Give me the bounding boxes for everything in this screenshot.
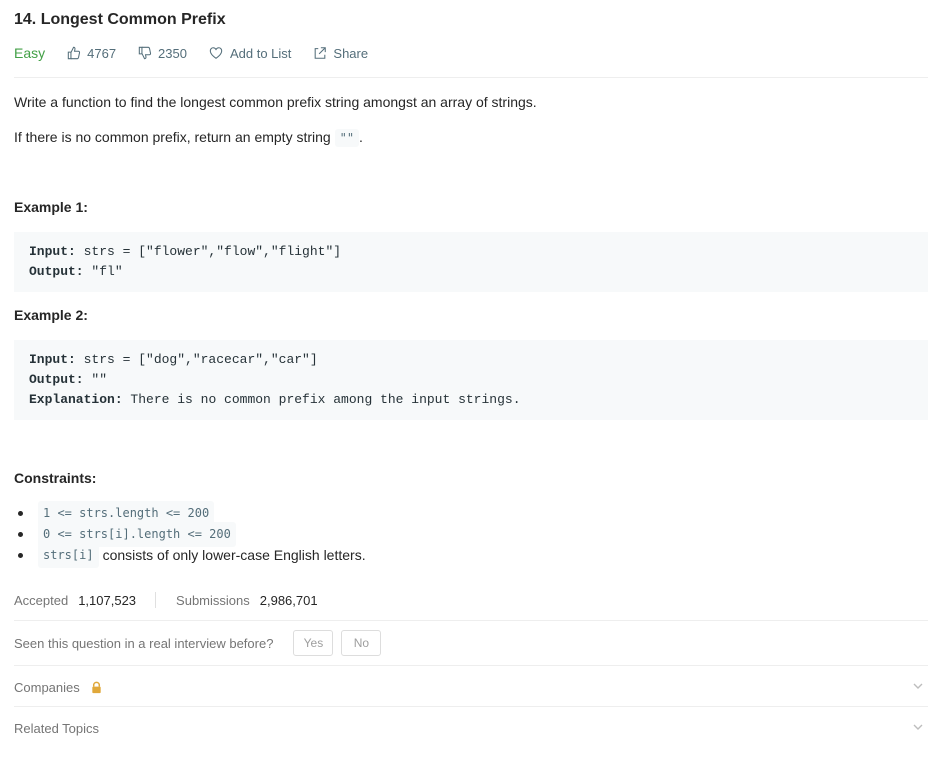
constraint-code: strs[i] [38,543,99,568]
output-label: Output: [29,372,84,387]
explanation-label: Explanation: [29,392,123,407]
example-1-output-line: Output: "fl" [29,262,913,282]
interview-question: Seen this question in a real interview b… [14,635,274,651]
divider [14,77,928,78]
share-icon [315,47,327,59]
submissions-label: Submissions [176,592,250,608]
constraints-heading: Constraints: [14,470,97,486]
constraint-item: 0 <= strs[i].length <= 200 [18,522,366,547]
example-1-heading: Example 1: [14,199,88,215]
submissions-value: 2,986,701 [259,592,318,608]
like-button[interactable]: 4767 [67,46,116,61]
dislike-count: 2350 [158,45,187,61]
companies-section-toggle[interactable]: Companies [14,677,928,697]
description-period: . [359,129,363,145]
explanation-value: There is no common prefix among the inpu… [122,392,521,407]
example-2-heading: Example 2: [14,307,88,323]
input-value: strs = ["flower","flow","flight"] [75,244,342,259]
divider [14,620,928,621]
no-button[interactable]: No [341,630,382,656]
accepted-value: 1,107,523 [78,592,137,608]
constraint-text: consists of only lower-case English lett… [102,547,366,563]
description-paragraph-1: Write a function to find the longest com… [14,94,537,110]
interview-prompt: Seen this question in a real interview b… [14,629,389,657]
chevron-down-icon [913,724,923,730]
thumbs-up-icon [67,46,81,60]
description-text: If there is no common prefix, return an … [14,129,331,145]
submission-stats: Accepted 1,107,523 Submissions 2,986,701 [14,591,318,609]
share-label: Share [333,45,369,61]
lock-icon [92,681,101,693]
example-2-code: Input: strs = ["dog","racecar","car"] Ou… [14,340,928,420]
add-to-list-button[interactable]: Add to List [209,46,291,61]
input-label: Input: [29,352,76,367]
chevron-down-icon [913,683,923,689]
heart-icon [209,47,223,59]
output-value: "" [83,372,108,387]
example-1-code: Input: strs = ["flower","flow","flight"]… [14,232,928,292]
thumbs-down-icon [138,46,152,60]
problem-title: 14. Longest Common Prefix [14,11,226,28]
companies-label: Companies [14,679,80,695]
output-value: "fl" [83,264,123,279]
stats-divider [155,592,157,608]
example-2-input-line: Input: strs = ["dog","racecar","car"] [29,350,913,370]
divider [14,665,928,666]
constraint-item: 1 <= strs.length <= 200 [18,501,366,526]
dislike-button[interactable]: 2350 [138,46,187,61]
example-2-output-line: Output: "" [29,370,913,390]
related-topics-section-toggle[interactable]: Related Topics [14,718,928,738]
like-count: 4767 [87,45,117,61]
related-topics-label: Related Topics [14,720,100,736]
constraint-item: strs[i] consists of only lower-case Engl… [18,543,366,568]
example-2-explanation-line: Explanation: There is no common prefix a… [29,390,913,410]
add-to-list-label: Add to List [229,45,292,61]
description-paragraph-2: If there is no common prefix, return an … [14,127,363,148]
accepted-label: Accepted [14,592,69,608]
divider [14,706,928,707]
share-button[interactable]: Share [313,46,368,61]
example-1-input-line: Input: strs = ["flower","flow","flight"] [29,242,913,262]
problem-meta-bar: Easy 4767 2350 Add to List Share [14,44,390,62]
input-label: Input: [29,244,76,259]
empty-string-code: "" [334,129,360,147]
difficulty-badge: Easy [14,45,46,61]
constraints-list: 1 <= strs.length <= 200 0 <= strs[i].len… [18,501,366,568]
output-label: Output: [29,264,84,279]
input-value: strs = ["dog","racecar","car"] [75,352,318,367]
yes-button[interactable]: Yes [293,630,334,656]
